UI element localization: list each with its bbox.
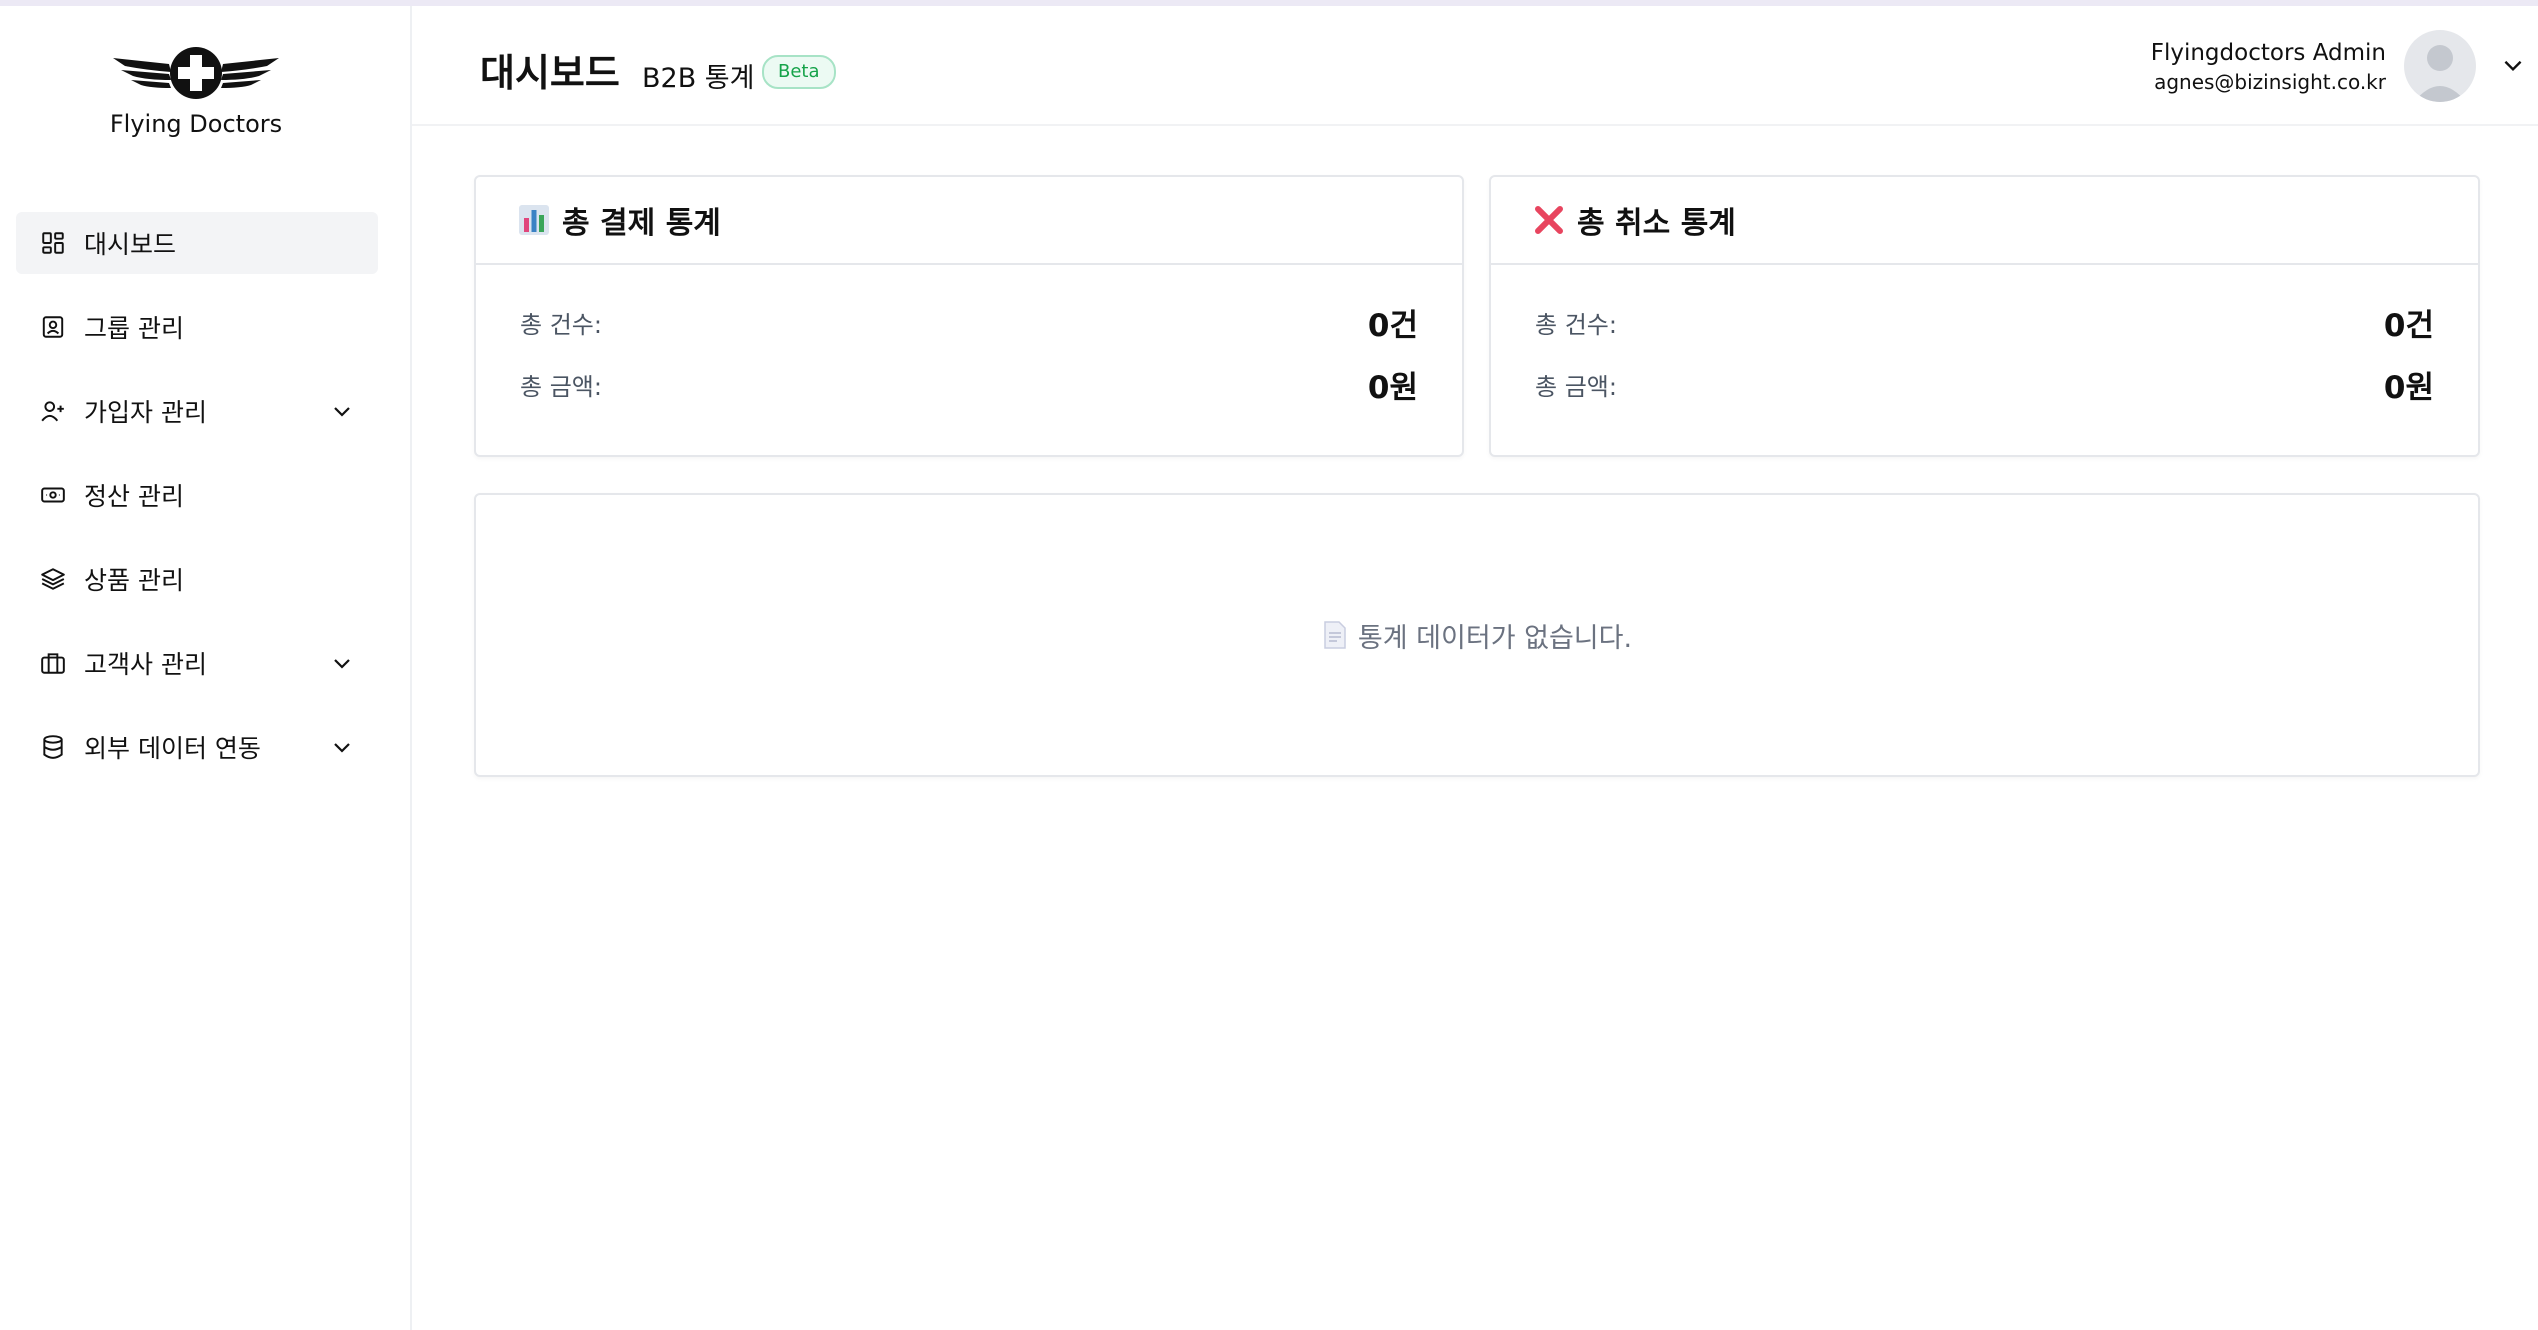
avatar[interactable] [2404,30,2476,102]
logo-text: Flying Doctors [109,110,283,138]
sidebar-item-label: 고객사 관리 [84,650,207,679]
count-row: 총 건수: 0건 [520,297,1418,347]
user-menu-chevron-icon[interactable] [2500,52,2526,78]
bar-chart-emoji-icon [518,204,550,236]
card-header: 총 취소 통계 [1491,177,2478,265]
banknote-icon [40,482,66,508]
user-plus-icon [40,398,66,424]
sidebar-nav: 대시보드 그룹 관리 가입자 관리 정산 관리 상품 관리 고객사 관리 외부 … [16,212,378,800]
sidebar-item-products[interactable]: 상품 관리 [16,548,378,610]
beta-badge: Beta [762,55,836,89]
sidebar-item-label: 대시보드 [84,230,177,259]
user-name: Flyingdoctors Admin [2150,40,2386,66]
chevron-down-icon[interactable] [330,399,354,423]
amount-value: 0원 [1367,369,1418,406]
database-icon [40,734,66,760]
card-title: 총 취소 통계 [1577,206,1736,241]
sidebar-item-external-data[interactable]: 외부 데이터 연동 [16,716,378,778]
sidebar-item-subscribers[interactable]: 가입자 관리 [16,380,378,442]
layers-icon [40,566,66,592]
count-label: 총 건수: [1535,310,1617,339]
amount-label: 총 금액: [520,372,602,401]
sidebar-item-label: 상품 관리 [84,566,184,595]
amount-label: 총 금액: [1535,372,1617,401]
sidebar-item-label: 외부 데이터 연동 [84,734,261,763]
sidebar-item-settlement[interactable]: 정산 관리 [16,464,378,526]
wings-cross-logo-icon [113,47,279,99]
chevron-down-icon[interactable] [330,735,354,759]
app-logo[interactable]: Flying Doctors [0,46,392,138]
card-title: 총 결제 통계 [562,206,721,241]
sidebar: Flying Doctors 대시보드 그룹 관리 가입자 관리 정산 관리 상… [0,6,412,1330]
amount-row: 총 금액: 0원 [1535,359,2434,409]
count-value: 0건 [1367,307,1418,344]
document-icon [1324,621,1346,649]
page-subtitle: B2B 통계 [642,63,755,94]
stats-chart-panel: 통계 데이터가 없습니다. [474,493,2480,777]
count-label: 총 건수: [520,310,602,339]
page-header: 대시보드 B2B 통계 Beta Flyingdoctors Admin agn… [412,6,2538,126]
sidebar-item-label: 가입자 관리 [84,398,207,427]
empty-state: 통계 데이터가 없습니다. [476,495,2478,775]
dashboard-icon [40,230,66,256]
chevron-down-icon[interactable] [330,651,354,675]
briefcase-icon [40,650,66,676]
card-header: 총 결제 통계 [476,177,1462,265]
sidebar-item-dashboard[interactable]: 대시보드 [16,212,378,274]
payment-stats-card: 총 결제 통계 총 건수: 0건 총 금액: 0원 [474,175,1464,457]
cancel-stats-card: 총 취소 통계 총 건수: 0건 총 금액: 0원 [1489,175,2480,457]
amount-row: 총 금액: 0원 [520,359,1418,409]
count-row: 총 건수: 0건 [1535,297,2434,347]
user-email: agnes@bizinsight.co.kr [2154,70,2386,94]
page-title: 대시보드 [480,51,620,95]
sidebar-item-group[interactable]: 그룹 관리 [16,296,378,358]
group-icon [40,314,66,340]
user-avatar-icon [2414,45,2466,102]
cross-mark-emoji-icon [1533,204,1565,236]
sidebar-item-label: 정산 관리 [84,482,184,511]
empty-state-message: 통계 데이터가 없습니다. [1357,622,1633,654]
amount-value: 0원 [2383,369,2434,406]
sidebar-item-label: 그룹 관리 [84,314,184,343]
sidebar-item-clients[interactable]: 고객사 관리 [16,632,378,694]
count-value: 0건 [2383,307,2434,344]
